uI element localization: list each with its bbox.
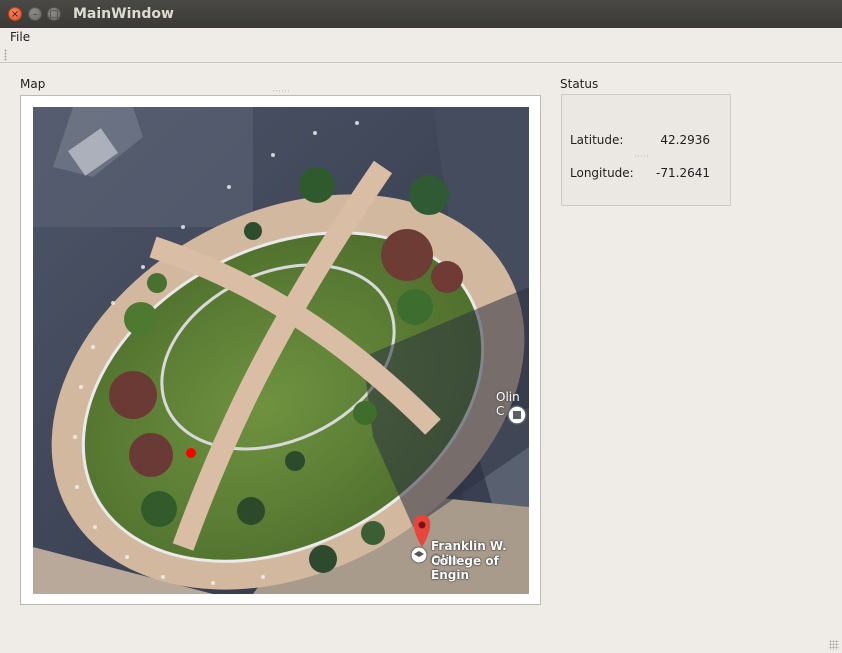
current-location-marker: [186, 448, 196, 458]
campus-label-line2: College of Engin: [431, 554, 499, 582]
toolbar: [0, 47, 842, 63]
window-title: MainWindow: [73, 6, 174, 22]
longitude-value: -71.2641: [656, 166, 710, 180]
status-panel: Latitude: 42.2936 Longitude: -71.2641: [561, 94, 731, 206]
menu-file[interactable]: File: [10, 30, 30, 44]
toolbar-grip-handle[interactable]: [4, 49, 7, 61]
longitude-label: Longitude:: [570, 166, 634, 180]
latitude-label: Latitude:: [570, 133, 624, 147]
map-frame: Olin C Franklin W. Olin College of Engin: [20, 95, 541, 605]
status-group-label: Status: [560, 77, 599, 91]
maximize-window-button[interactable]: □: [47, 7, 61, 21]
menu-bar: File: [0, 28, 842, 47]
title-bar: × – □ MainWindow: [0, 0, 842, 28]
building-label: Olin C: [496, 390, 520, 418]
minimize-window-button[interactable]: –: [28, 7, 42, 21]
close-window-button[interactable]: ×: [8, 7, 22, 21]
splitter-handle[interactable]: [272, 90, 290, 92]
map-group-label: Map: [20, 77, 46, 91]
window-resize-grip[interactable]: [829, 640, 839, 650]
panel-splitter-handle[interactable]: [634, 155, 650, 157]
latitude-value: 42.2936: [660, 133, 710, 147]
satellite-map-image: [33, 107, 529, 594]
map-view[interactable]: Olin C Franklin W. Olin College of Engin: [33, 107, 529, 594]
